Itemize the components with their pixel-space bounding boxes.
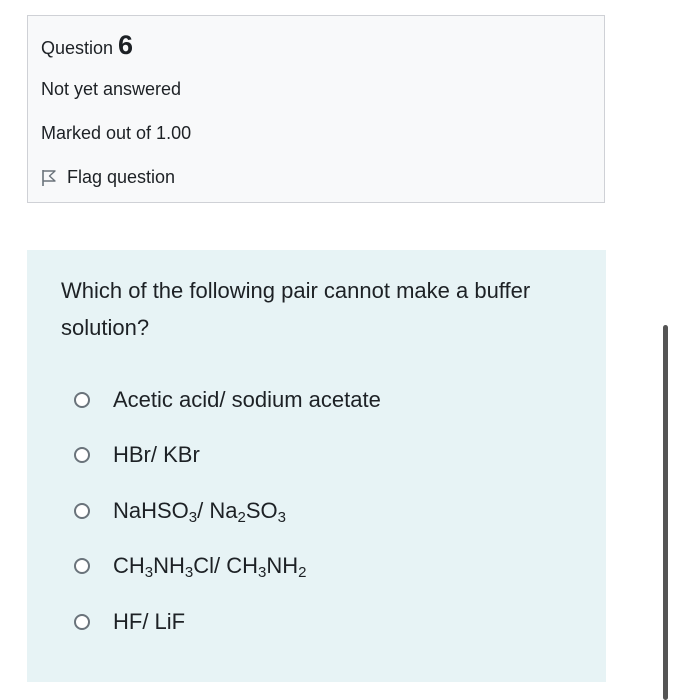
answer-label: CH3NH3Cl/ CH3NH2 — [113, 553, 307, 581]
answer-option-4[interactable]: CH3NH3Cl/ CH3NH2 — [74, 553, 307, 581]
question-info-panel: Question 6 Not yet answered Marked out of… — [27, 15, 605, 203]
radio-button[interactable] — [74, 558, 90, 574]
answer-option-5[interactable]: HF/ LiF — [74, 609, 185, 635]
radio-button[interactable] — [74, 392, 90, 408]
radio-button[interactable] — [74, 503, 90, 519]
answer-label: HBr/ KBr — [113, 442, 200, 467]
question-text: Which of the following pair cannot make … — [61, 278, 531, 340]
answer-label: Acetic acid/ sodium acetate — [113, 387, 381, 412]
flag-icon — [42, 169, 56, 186]
answer-label: NaHSO3/ Na2SO3 — [113, 498, 286, 526]
answer-option-2[interactable]: HBr/ KBr — [74, 442, 200, 468]
answer-option-3[interactable]: NaHSO3/ Na2SO3 — [74, 498, 286, 526]
scrollbar[interactable] — [663, 325, 668, 700]
answer-label: HF/ LiF — [113, 609, 186, 634]
question-grade: Marked out of 1.00 — [41, 123, 192, 143]
question-title: Question 6 — [41, 30, 133, 61]
radio-button[interactable] — [74, 447, 90, 463]
answer-option-1[interactable]: Acetic acid/ sodium acetate — [74, 387, 381, 413]
flag-question-link[interactable]: Flag question — [41, 167, 175, 188]
question-state: Not yet answered — [41, 79, 182, 99]
question-label: Question — [41, 38, 114, 58]
flag-question-label: Flag question — [67, 167, 176, 187]
radio-button[interactable] — [74, 614, 90, 630]
question-number: 6 — [118, 30, 134, 60]
question-content: Which of the following pair cannot make … — [27, 250, 606, 682]
